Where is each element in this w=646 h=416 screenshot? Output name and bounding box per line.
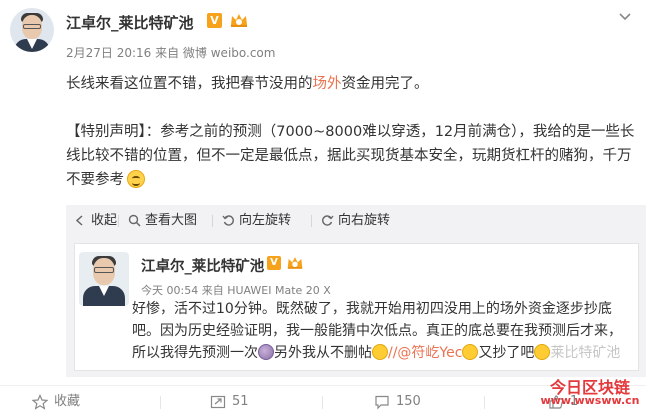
- view-large-button[interactable]: 查看大图: [128, 212, 197, 230]
- author-name[interactable]: 江卓尔_莱比特矿池: [66, 12, 194, 33]
- post-line-2: 【特别声明】：参考之前的预测（7000~8000难以穿透，12月前满仓），我给的…: [66, 120, 636, 192]
- smile-emoji-icon: [372, 344, 388, 360]
- post-text: 资金用完了。: [341, 76, 429, 92]
- rotate-left-button[interactable]: 向左旋转: [222, 212, 291, 230]
- grin-emoji-icon: [462, 344, 479, 360]
- quoted-text: 另外我从不删帖: [274, 345, 372, 361]
- divider: [322, 396, 323, 409]
- quoted-post-card: 江卓尔_莱比特矿池 V 今天 00:54 来自 HUAWEI Mate 20 X…: [74, 243, 639, 371]
- view-large-label: 查看大图: [145, 213, 198, 228]
- author-avatar[interactable]: [10, 8, 54, 52]
- quoted-post-body: 好惨，活不过10分钟。既然破了，我就开始用初四没用上的场外资金逐步抄底吧。因为历…: [132, 298, 632, 364]
- divider: [484, 396, 485, 409]
- rotate-right-button[interactable]: 向右旋转: [321, 212, 390, 230]
- image-watermark-text: 莱比特矿池: [550, 345, 621, 361]
- post-statement: 【特别声明】：参考之前的预测（7000~8000难以穿透，12月前满仓），我给的…: [66, 124, 635, 188]
- quoted-post-meta: 今天 00:54 来自 HUAWEI Mate 20 X: [141, 284, 331, 297]
- divider: [118, 215, 119, 227]
- divider: [212, 215, 213, 227]
- vip-crown-icon: [231, 14, 247, 27]
- star-icon: [32, 394, 48, 410]
- quoted-text: 又抄了吧: [478, 345, 535, 361]
- smile-emoji-icon: [127, 170, 145, 188]
- favorite-label: 收藏: [54, 394, 81, 409]
- site-watermark: 今日区块链 www.wwsww.cn: [540, 372, 640, 412]
- share-button[interactable]: 51: [210, 394, 249, 410]
- favorite-button[interactable]: 收藏: [32, 394, 80, 410]
- quoted-author-avatar: [79, 252, 129, 306]
- rotate-left-label: 向左旋转: [239, 213, 292, 228]
- comment-icon: [375, 395, 389, 410]
- comment-count: 150: [396, 394, 421, 409]
- quoted-author-name: 江卓尔_莱比特矿池: [141, 259, 265, 275]
- post-body: 长线来看这位置不错，我把春节没用的场外资金用完了。 【特别声明】：参考之前的预测…: [66, 72, 636, 192]
- doge-emoji-icon: [258, 344, 274, 360]
- rotate-right-label: 向右旋转: [338, 213, 391, 228]
- mention-link: //@符屹Yec: [388, 345, 463, 361]
- verified-badge-icon: V: [207, 13, 222, 28]
- collapse-arrow-icon: [75, 215, 83, 226]
- verified-badge-icon: V: [267, 256, 281, 270]
- divider: [311, 215, 312, 227]
- collapse-label: 收起: [91, 213, 118, 228]
- image-toolbar: 收起 查看大图 向左旋转 向右旋转: [66, 205, 646, 237]
- share-icon: [210, 395, 226, 409]
- divider: [160, 396, 161, 409]
- post-meta: 2月27日 20:16 来自 微博 weibo.com: [66, 46, 276, 60]
- collapse-button[interactable]: 收起: [74, 212, 117, 230]
- smile-emoji-icon: [534, 344, 551, 360]
- inline-link[interactable]: 场外: [313, 76, 342, 92]
- share-count: 51: [232, 394, 249, 409]
- vip-crown-icon: [287, 257, 303, 269]
- magnifier-icon: [128, 214, 141, 227]
- rotate-left-icon: [222, 215, 234, 226]
- weibo-post: 江卓尔_莱比特矿池 V 2月27日 20:16 来自 微博 weibo.com …: [0, 0, 646, 416]
- chevron-down-icon[interactable]: [618, 10, 632, 24]
- rotate-right-icon: [322, 215, 334, 226]
- post-line-1: 长线来看这位置不错，我把春节没用的场外资金用完了。: [66, 72, 636, 96]
- comment-button[interactable]: 150: [374, 394, 421, 410]
- watermark-url: www.wwsww.cn: [540, 394, 640, 407]
- post-image[interactable]: 江卓尔_莱比特矿池 V 今天 00:54 来自 HUAWEI Mate 20 X…: [66, 237, 646, 377]
- post-text: 长线来看这位置不错，我把春节没用的: [66, 76, 313, 92]
